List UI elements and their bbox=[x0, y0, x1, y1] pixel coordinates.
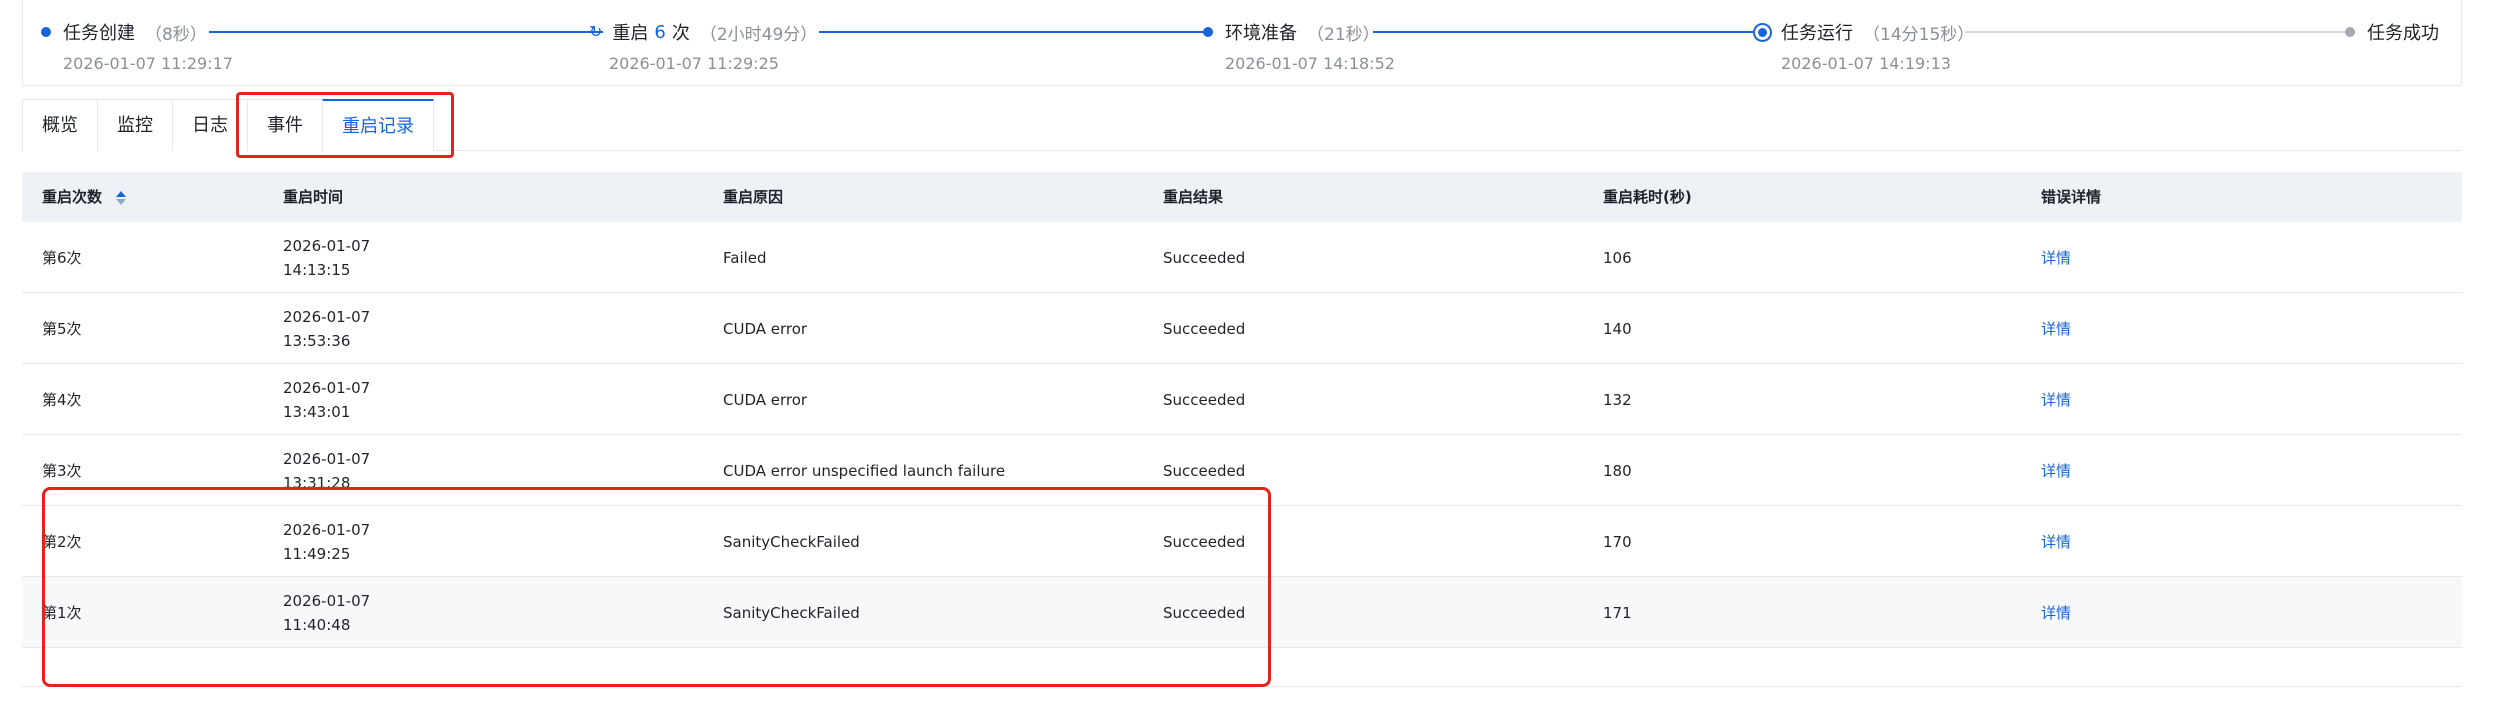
cell-restart-duration: 180 bbox=[1603, 461, 1632, 480]
table-row: 第4次 2026-01-07 13:43:01 CUDA error Succe… bbox=[22, 364, 2462, 435]
cell-restart-duration: 171 bbox=[1603, 603, 1632, 622]
cell-restart-count: 第5次 bbox=[42, 320, 82, 338]
column-header-restart-time: 重启时间 bbox=[283, 188, 344, 206]
table-row: 第6次 2026-01-07 14:13:15 Failed Succeeded… bbox=[22, 222, 2462, 293]
column-header-restart-count[interactable]: 重启次数 bbox=[42, 172, 127, 222]
cell-restart-duration: 106 bbox=[1603, 248, 1632, 267]
tab-highlight-annotation bbox=[236, 92, 454, 158]
step-duration: （21秒） bbox=[1307, 24, 1380, 45]
step-task-running: 任务运行 （14分15秒） 2026-01-07 14:19:13 bbox=[1755, 18, 1974, 73]
step-duration: （2小时49分） bbox=[699, 24, 818, 45]
detail-link[interactable]: 详情 bbox=[2041, 577, 2071, 648]
column-header-restart-result: 重启结果 bbox=[1163, 188, 1224, 206]
step-name: 任务成功 bbox=[2367, 23, 2439, 44]
cell-restart-reason: CUDA error bbox=[723, 390, 808, 409]
cell-restart-count: 第4次 bbox=[42, 391, 82, 409]
restart-count-unit: 次 bbox=[671, 23, 690, 44]
cell-date: 2026-01-07 bbox=[283, 378, 371, 397]
cell-restart-duration: 132 bbox=[1603, 390, 1632, 409]
cell-restart-duration: 140 bbox=[1603, 319, 1632, 338]
cell-restart-reason: CUDA error bbox=[723, 319, 808, 338]
step-time: 2026-01-07 14:19:13 bbox=[1781, 54, 1951, 73]
cell-clock: 13:43:01 bbox=[283, 402, 351, 421]
column-header-restart-duration: 重启耗时(秒) bbox=[1603, 188, 1692, 206]
restart-count: 6 bbox=[654, 21, 666, 43]
step-current-dot-icon bbox=[1758, 27, 1767, 37]
cell-restart-reason: Failed bbox=[723, 248, 767, 267]
step-time: 2026-01-07 14:18:52 bbox=[1225, 54, 1395, 73]
step-done-dot-icon bbox=[41, 27, 51, 37]
step-time: 2026-01-07 11:29:17 bbox=[63, 54, 233, 73]
step-task-success: 任务成功 bbox=[2345, 18, 2439, 46]
timeline-connector bbox=[209, 31, 603, 33]
step-duration: （14分15秒） bbox=[1863, 24, 1975, 45]
cell-restart-time: 2026-01-07 14:13:15 bbox=[283, 222, 370, 293]
cell-clock: 13:53:36 bbox=[283, 331, 351, 350]
step-name: 任务运行 bbox=[1781, 23, 1853, 44]
cell-restart-time: 2026-01-07 13:43:01 bbox=[283, 364, 370, 435]
cell-clock: 14:13:15 bbox=[283, 260, 351, 279]
tab-overview[interactable]: 概览 bbox=[22, 99, 98, 151]
step-restart: ↻ 重启 6 次 （2小时49分） 2026-01-07 11:29:25 bbox=[589, 18, 818, 74]
cell-date: 2026-01-07 bbox=[283, 449, 371, 468]
timeline-connector bbox=[1965, 31, 2355, 33]
step-task-created: 任务创建 （8秒） 2026-01-07 11:29:17 bbox=[41, 18, 233, 73]
table-header: 重启次数 重启时间 重启原因 重启结果 重启耗时(秒) 错误详情 bbox=[22, 172, 2462, 222]
detail-link[interactable]: 详情 bbox=[2041, 222, 2071, 293]
cell-restart-result: Succeeded bbox=[1163, 319, 1246, 338]
step-name: 环境准备 bbox=[1225, 23, 1297, 44]
step-done-dot-icon bbox=[1203, 27, 1213, 37]
cell-date: 2026-01-07 bbox=[283, 307, 371, 326]
column-header-restart-reason: 重启原因 bbox=[723, 188, 784, 206]
rows-highlight-annotation bbox=[42, 487, 1271, 687]
detail-link[interactable]: 详情 bbox=[2041, 293, 2071, 364]
timeline-connector bbox=[819, 31, 1213, 33]
step-time: 2026-01-07 11:29:25 bbox=[609, 54, 779, 73]
cell-restart-result: Succeeded bbox=[1163, 390, 1246, 409]
column-header-error-detail: 错误详情 bbox=[2041, 188, 2102, 206]
detail-link[interactable]: 详情 bbox=[2041, 506, 2071, 577]
cell-restart-time: 2026-01-07 13:53:36 bbox=[283, 293, 370, 364]
tab-monitoring[interactable]: 监控 bbox=[97, 99, 173, 151]
progress-timeline: 任务创建 （8秒） 2026-01-07 11:29:17 ↻ 重启 6 次 （… bbox=[22, 0, 2462, 86]
table-row: 第5次 2026-01-07 13:53:36 CUDA error Succe… bbox=[22, 293, 2462, 364]
cell-restart-count: 第6次 bbox=[42, 249, 82, 267]
step-duration: （8秒） bbox=[145, 24, 207, 45]
step-pending-dot-icon bbox=[2345, 27, 2355, 37]
column-header-label: 重启次数 bbox=[42, 188, 103, 206]
step-env-prepare: 环境准备 （21秒） 2026-01-07 14:18:52 bbox=[1203, 18, 1395, 73]
step-name: 重启 bbox=[612, 23, 649, 44]
refresh-icon: ↻ bbox=[589, 22, 603, 41]
step-name: 任务创建 bbox=[63, 23, 135, 44]
cell-restart-result: Succeeded bbox=[1163, 248, 1246, 267]
cell-restart-duration: 170 bbox=[1603, 532, 1632, 551]
cell-date: 2026-01-07 bbox=[283, 236, 371, 255]
timeline-connector bbox=[1373, 31, 1769, 33]
sort-icon[interactable] bbox=[115, 190, 127, 205]
detail-link[interactable]: 详情 bbox=[2041, 364, 2071, 435]
detail-link[interactable]: 详情 bbox=[2041, 435, 2071, 506]
